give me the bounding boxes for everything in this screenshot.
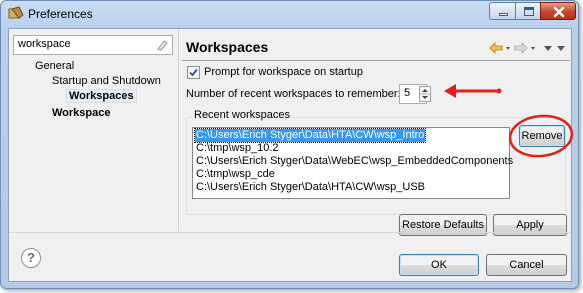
forward-arrow-icon[interactable] <box>514 42 535 54</box>
recent-workspaces-list[interactable]: C:\Users\Erich Styger\Data\HTA\CW\wsp_In… <box>192 127 513 199</box>
filter-text: workspace <box>18 38 71 50</box>
recent-count-value: 5 <box>404 87 411 99</box>
header-separator <box>182 60 570 61</box>
tree-item-general[interactable]: General <box>35 60 74 72</box>
pane-divider[interactable] <box>178 29 179 231</box>
recent-count-label: Number of recent workspaces to remember: <box>186 88 401 100</box>
tree-item-workspaces[interactable]: Workspaces <box>66 89 137 103</box>
view-menu-icon[interactable] <box>544 46 565 51</box>
tree-item-workspace[interactable]: Workspace <box>52 107 111 119</box>
help-icon[interactable]: ? <box>21 248 41 268</box>
close-icon <box>553 6 565 18</box>
annotation-circle <box>508 114 574 158</box>
prompt-label: Prompt for workspace on startup <box>204 66 363 78</box>
app-icon <box>8 6 24 19</box>
stepper-down-icon[interactable] <box>422 96 428 99</box>
list-item[interactable]: C:\Users\Erich Styger\Data\HTA\CW\wsp_US… <box>195 181 426 194</box>
minimize-button[interactable] <box>489 2 516 20</box>
annotation-arrow <box>444 84 502 98</box>
ok-button[interactable]: OK <box>399 254 479 276</box>
tree-item-startup-and-shutdown[interactable]: Startup and Shutdown <box>52 75 161 87</box>
recent-workspaces-label: Recent workspaces <box>192 109 292 121</box>
recent-count-stepper[interactable] <box>419 86 431 102</box>
clear-filter-icon[interactable] <box>156 39 168 51</box>
list-item[interactable]: C:\tmp\wsp_10.2 <box>195 142 280 155</box>
list-item[interactable]: C:\Users\Erich Styger\Data\WebEC\wsp_Emb… <box>195 155 514 168</box>
stepper-up-icon[interactable] <box>422 89 428 92</box>
maximize-button[interactable] <box>515 2 541 20</box>
back-arrow-icon[interactable] <box>489 42 510 54</box>
window-title: Preferences <box>28 7 93 21</box>
prompt-checkbox[interactable] <box>187 66 200 79</box>
dialog-body: workspace General Startup and Shutdown W… <box>8 28 574 282</box>
page-title: Workspaces <box>186 39 269 55</box>
maximize-icon <box>524 7 534 16</box>
cancel-button[interactable]: Cancel <box>486 254 567 276</box>
filter-input[interactable]: workspace <box>13 35 173 55</box>
list-item[interactable]: C:\Users\Erich Styger\Data\HTA\CW\wsp_In… <box>193 128 427 143</box>
minimize-icon <box>499 13 508 16</box>
preferences-window: Preferences workspace General Startup an… <box>0 0 579 289</box>
close-window-button[interactable] <box>540 2 576 20</box>
list-item[interactable]: C:\tmp\wsp_cde <box>195 168 276 181</box>
checkmark-icon <box>189 68 198 77</box>
title-bar[interactable]: Preferences <box>1 1 578 27</box>
footer-separator <box>9 232 571 233</box>
navigation-toolbar <box>489 42 565 54</box>
